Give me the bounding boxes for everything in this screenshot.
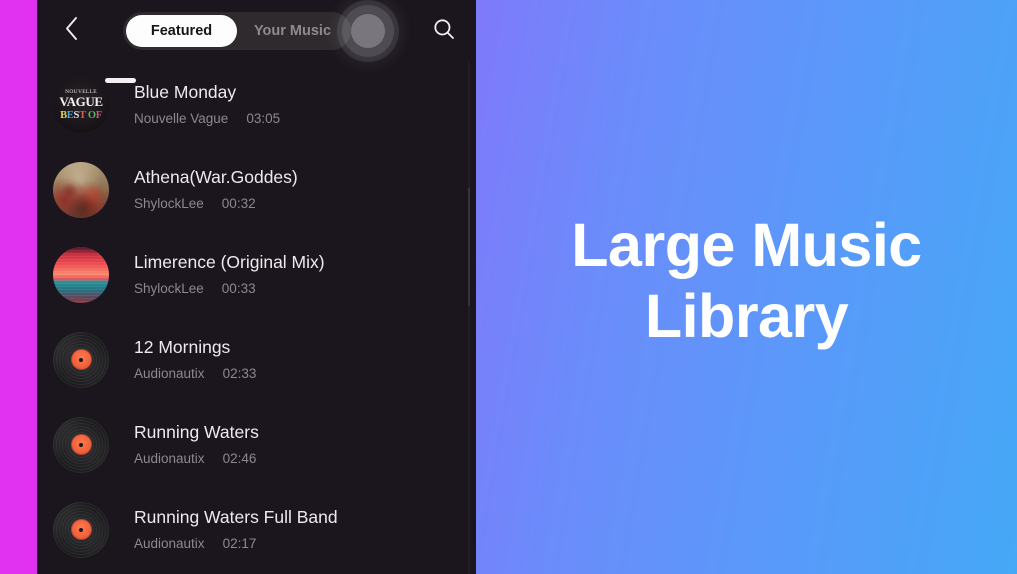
track-artist: Audionautix (134, 451, 205, 466)
track-row[interactable]: NOUVELLE VAGUE BEST OF Blue Monday Nouve… (37, 62, 476, 147)
track-meta: Athena(War.Goddes) ShylockLee 00:32 (134, 166, 298, 211)
track-title: Blue Monday (134, 81, 237, 102)
track-duration: 02:46 (222, 451, 257, 466)
track-title: 12 Mornings (134, 336, 231, 357)
track-list: NOUVELLE VAGUE BEST OF Blue Monday Nouve… (37, 62, 476, 572)
track-title: Running Waters Full Band (134, 506, 338, 527)
promo-headline-line-2: Library (644, 282, 849, 350)
track-meta: Running Waters Audionautix 02:46 (134, 421, 259, 466)
track-title: Limerence (Original Mix) (134, 251, 325, 272)
app-header: Featured Your Music (37, 0, 476, 62)
track-row[interactable]: Running Waters Audionautix 02:46 (37, 402, 476, 487)
tab-your-music-label: Your Music (253, 23, 332, 39)
vinyl-center-hole (79, 357, 83, 362)
promo-text-block: Large Music Library (476, 0, 1017, 574)
scrollbar-track[interactable] (468, 62, 470, 574)
track-subtitle: Audionautix 02:17 (134, 537, 338, 551)
track-artist: ShylockLee (134, 281, 204, 296)
track-artist: Audionautix (134, 536, 205, 551)
track-duration: 03:05 (246, 111, 281, 126)
album-art-line-2: VAGUE (59, 93, 103, 109)
track-duration: 00:32 (221, 196, 256, 211)
track-subtitle: Audionautix 02:46 (134, 452, 259, 466)
track-subtitle: Audionautix 02:33 (134, 367, 256, 381)
album-art-vinyl-record (53, 416, 109, 473)
tab-featured[interactable]: Featured (126, 15, 237, 47)
chevron-left-icon (64, 16, 79, 46)
track-artist: Nouvelle Vague (134, 111, 229, 126)
tab-featured-label: Featured (150, 23, 213, 39)
promo-headline-line-1: Large Music (571, 211, 922, 280)
track-title: Athena(War.Goddes) (134, 166, 298, 187)
track-row[interactable]: Limerence (Original Mix) ShylockLee 00:3… (37, 232, 476, 317)
album-art-nouvelle-vague-best-of: NOUVELLE VAGUE BEST OF (53, 76, 109, 133)
track-artist: ShylockLee (134, 196, 204, 211)
track-row[interactable]: Running Waters Full Band Audionautix 02:… (37, 487, 476, 572)
magenta-edge-strip (0, 0, 37, 574)
segmented-control[interactable]: Featured Your Music (123, 12, 351, 50)
back-button[interactable] (49, 9, 93, 53)
track-meta: Limerence (Original Mix) ShylockLee 00:3… (134, 251, 325, 296)
album-art-limerence-sunset (53, 246, 109, 303)
track-duration: 00:33 (221, 281, 256, 296)
track-row[interactable]: Athena(War.Goddes) ShylockLee 00:32 (37, 147, 476, 232)
track-row[interactable]: 12 Mornings Audionautix 02:33 (37, 317, 476, 402)
track-duration: 02:17 (222, 536, 257, 551)
vinyl-center-hole (79, 442, 83, 447)
scrollbar-thumb[interactable] (468, 188, 470, 306)
album-art-vinyl-record (53, 331, 109, 388)
track-duration: 02:33 (222, 366, 257, 381)
track-meta: 12 Mornings Audionautix 02:33 (134, 336, 256, 381)
track-meta: Blue Monday Nouvelle Vague 03:05 (134, 81, 280, 126)
music-app-panel: Featured Your Music NOUVELLE VAGUE BEST … (37, 0, 476, 574)
track-subtitle: Nouvelle Vague 03:05 (134, 112, 280, 126)
screenshot-root: Large Music Library Featured Your Music (0, 0, 1017, 574)
vinyl-center-hole (79, 527, 83, 532)
album-art-line-3: BEST OF (60, 109, 102, 121)
sheet-drag-handle[interactable] (105, 78, 136, 83)
search-button[interactable] (422, 9, 466, 53)
search-icon (432, 17, 456, 46)
tab-your-music[interactable]: Your Music (237, 15, 348, 47)
track-meta: Running Waters Full Band Audionautix 02:… (134, 506, 338, 551)
track-artist: Audionautix (134, 366, 205, 381)
album-art-vinyl-record (53, 501, 109, 558)
track-title: Running Waters (134, 421, 259, 442)
album-art-athena-painting (53, 161, 109, 218)
track-subtitle: ShylockLee 00:32 (134, 197, 298, 211)
track-subtitle: ShylockLee 00:33 (134, 282, 325, 296)
